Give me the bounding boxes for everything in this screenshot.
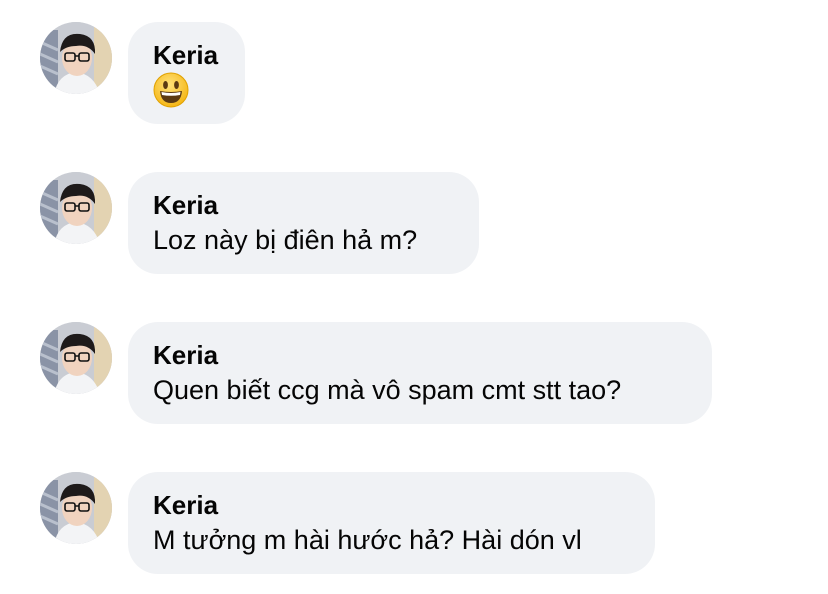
avatar[interactable] <box>40 322 112 394</box>
comment-author[interactable]: Keria <box>153 190 454 220</box>
comment-item: Keria <box>0 22 300 126</box>
avatar[interactable] <box>40 22 112 94</box>
comment-bubble: Keria <box>128 22 245 124</box>
comment-author[interactable]: Keria <box>153 340 687 370</box>
comment-bubble: Keria Quen biết ccg mà vô spam cmt stt t… <box>128 322 712 424</box>
avatar-photo <box>40 172 112 244</box>
comment-text: M tưởng m hài hước hả? Hài dón vl <box>153 525 582 555</box>
comment-item: Keria Loz này bị điên hả m? <box>0 172 500 276</box>
comment-text: Loz này bị điên hả m? <box>153 225 418 255</box>
grinning-face-icon <box>153 72 189 108</box>
avatar-photo <box>40 22 112 94</box>
avatar[interactable] <box>40 472 112 544</box>
comment-thread: Keria Keria Loz này bị điên hả m? Keria … <box>0 0 828 594</box>
comment-author[interactable]: Keria <box>153 490 630 520</box>
avatar-photo <box>40 472 112 544</box>
comment-bubble: Keria M tưởng m hài hước hả? Hài dón vl <box>128 472 655 574</box>
comment-item: Keria Quen biết ccg mà vô spam cmt stt t… <box>0 322 720 426</box>
comment-text: Quen biết ccg mà vô spam cmt stt tao? <box>153 375 622 405</box>
comment-author[interactable]: Keria <box>153 40 220 70</box>
avatar[interactable] <box>40 172 112 244</box>
comment-item: Keria M tưởng m hài hước hả? Hài dón vl <box>0 472 680 576</box>
comment-bubble: Keria Loz này bị điên hả m? <box>128 172 479 274</box>
avatar-photo <box>40 322 112 394</box>
